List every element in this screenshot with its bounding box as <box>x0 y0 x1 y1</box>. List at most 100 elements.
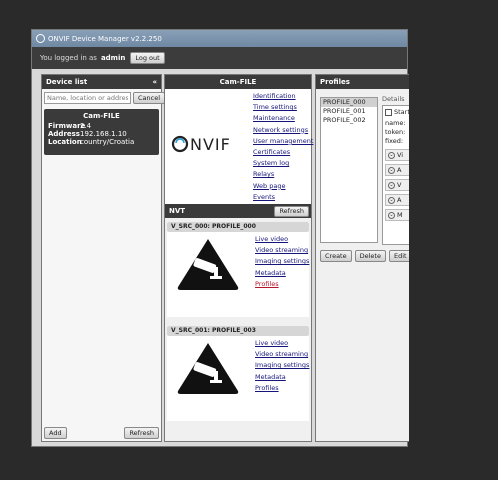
start-label: Start <box>394 108 409 116</box>
media-profile-link[interactable]: Live video <box>255 338 309 349</box>
device-menu-link[interactable]: Certificates <box>253 147 313 158</box>
device-list-title: Device list <box>46 78 88 86</box>
media-profile-link[interactable]: Metadata <box>255 372 309 383</box>
profile-field-label: token: <box>385 128 406 136</box>
add-device-button[interactable]: Add <box>44 427 67 439</box>
section-label: V <box>397 181 402 189</box>
profile-section-expander[interactable]: ⌄ A <box>385 164 409 176</box>
section-label: M <box>397 211 403 219</box>
nvt-bar: NVT Refresh <box>165 204 311 218</box>
media-profile-link[interactable]: Profiles <box>255 279 309 290</box>
address-value: 192.168.1.10 <box>80 130 127 138</box>
media-profile-link[interactable]: Video streaming <box>255 349 309 360</box>
expand-icon: ⌄ <box>388 181 395 189</box>
media-profile-title: V_SRC_001: PROFILE_003 <box>167 326 309 336</box>
section-label: A <box>397 196 402 204</box>
profiles-panel: Profiles PROFILE_000 PROFILE_001 PROFILE_0… <box>315 74 409 442</box>
device-detail-panel: Cam-FILE NVIF Identification Time setting… <box>164 74 313 442</box>
device-menu-link[interactable]: Time settings <box>253 102 313 113</box>
details-box: Start name: token: fixed: ⌄ Vi ⌄ A ⌄ V ⌄ A ⌄ M <box>382 105 409 245</box>
collapse-icon[interactable]: « <box>152 78 157 86</box>
expand-icon: ⌄ <box>388 196 395 204</box>
search-input[interactable] <box>44 92 131 104</box>
profile-buttons: CreateDeleteEditS <box>320 250 409 262</box>
section-label: Vi <box>397 151 404 159</box>
checkbox-icon <box>385 108 392 116</box>
address-label: Address <box>48 130 80 138</box>
device-menu-link[interactable]: Identification <box>253 91 313 102</box>
media-profile-link[interactable]: Imaging settings <box>255 360 309 371</box>
device-list-header: Device list « <box>42 75 161 89</box>
media-profile-menu: Live video Video streaming Imaging setting… <box>255 234 309 290</box>
expand-icon: ⌄ <box>388 151 395 159</box>
app-logo-icon <box>36 34 45 43</box>
nvt-label: NVT <box>169 207 186 215</box>
profile-section-expander[interactable]: ⌄ Vi <box>385 149 409 161</box>
device-menu: Identification Time settings Maintenance Ne… <box>253 91 313 203</box>
media-profile-menu: Live video Video streaming Imaging setting… <box>255 338 309 394</box>
profile-section-expander[interactable]: ⌄ V <box>385 179 409 191</box>
media-profile-link[interactable]: Live video <box>255 234 309 245</box>
device-menu-link[interactable]: User management <box>253 136 313 147</box>
search-row: Cancel <box>42 89 166 107</box>
start-checkbox[interactable]: Start <box>385 108 409 116</box>
location-label: Location <box>48 138 82 146</box>
refresh-devices-button[interactable]: Refresh <box>124 427 159 439</box>
profile-list-item[interactable]: PROFILE_001 <box>321 107 377 116</box>
profile-action-button[interactable]: Edit <box>388 250 409 262</box>
profiles-header: Profiles <box>316 75 409 89</box>
location-value: country/Croatia <box>80 138 135 146</box>
app-window: ONVIF Device Manager v2.2.250 You logged… <box>31 29 409 447</box>
device-item[interactable]: Cam-FILE Firmware 2.4 Address 192.168.1.10… <box>44 109 159 155</box>
device-menu-link[interactable]: Relays <box>253 169 313 180</box>
profile-field-label: name: <box>385 119 406 127</box>
device-menu-area: NVIF Identification Time settings Maintena… <box>165 89 313 204</box>
details-label: Details <box>382 95 405 103</box>
profile-section-expander[interactable]: ⌄ A <box>385 194 409 206</box>
media-profile-card: V_SRC_000: PROFILE_000 Live video Video st… <box>167 222 309 317</box>
profile-details: Details Start name: token: fixed: ⌄ Vi ⌄ A ⌄ V ⌄… <box>382 95 409 245</box>
logged-in-text: You logged in as <box>40 54 97 62</box>
section-label: A <box>397 166 402 174</box>
device-detail-title: Cam-FILE <box>219 78 257 86</box>
profile-action-button[interactable]: Delete <box>354 250 386 262</box>
expand-icon: ⌄ <box>388 166 395 174</box>
onvif-logo-graphic: NVIF <box>171 135 231 154</box>
firmware-label: Firmware <box>48 122 86 130</box>
camera-icon <box>177 343 239 394</box>
firmware-value: 2.4 <box>80 122 92 130</box>
device-list-panel: Device list « Cancel Cam-FILE Firmware2.… <box>41 74 166 442</box>
cancel-button[interactable]: Cancel <box>133 92 166 104</box>
onvif-logo: NVIF <box>171 133 241 160</box>
media-profile-link[interactable]: Imaging settings <box>255 256 309 267</box>
media-profile-link[interactable]: Profiles <box>255 383 309 394</box>
profile-list-item[interactable]: PROFILE_000 <box>321 98 377 107</box>
profiles-title: Profiles <box>320 78 350 86</box>
device-list-footer: Add Refresh <box>44 427 159 439</box>
nvt-refresh-button[interactable]: Refresh <box>274 205 309 217</box>
device-detail-header: Cam-FILE <box>165 75 311 89</box>
camera-icon <box>177 239 239 290</box>
device-menu-link[interactable]: Events <box>253 192 313 203</box>
logout-button[interactable]: Log out <box>130 52 165 64</box>
profiles-list: PROFILE_000 PROFILE_001 PROFILE_002 <box>320 97 378 243</box>
device-menu-link[interactable]: Maintenance <box>253 113 313 124</box>
profile-action-button[interactable]: Create <box>320 250 352 262</box>
device-name: Cam-FILE <box>83 112 120 120</box>
media-profile-link[interactable]: Video streaming <box>255 245 309 256</box>
media-profile-card: V_SRC_001: PROFILE_003 Live video Video st… <box>167 326 309 421</box>
media-profile-link[interactable]: Metadata <box>255 268 309 279</box>
username: admin <box>100 54 126 62</box>
user-bar: You logged in as admin Log out <box>32 47 407 69</box>
profile-list-item[interactable]: PROFILE_002 <box>321 116 377 125</box>
media-profile-title: V_SRC_000: PROFILE_000 <box>167 222 309 232</box>
device-menu-link[interactable]: Network settings <box>253 125 313 136</box>
profile-section-expander[interactable]: ⌄ M <box>385 209 409 221</box>
title-bar: ONVIF Device Manager v2.2.250 <box>32 30 407 47</box>
svg-text:NVIF: NVIF <box>190 135 231 154</box>
device-menu-link[interactable]: System log <box>253 158 313 169</box>
profile-field-label: fixed: <box>385 137 404 145</box>
window-title: ONVIF Device Manager v2.2.250 <box>48 34 162 43</box>
device-menu-link[interactable]: Web page <box>253 181 313 192</box>
expand-icon: ⌄ <box>388 211 395 219</box>
